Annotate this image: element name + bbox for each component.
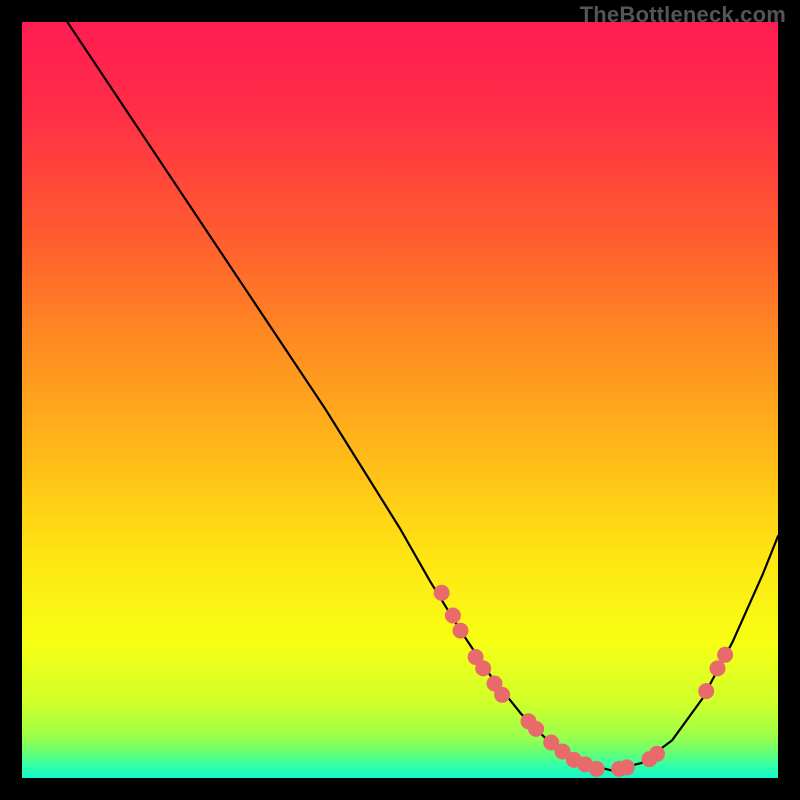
highlight-marker [619,759,635,775]
highlight-marker [698,683,714,699]
highlight-marker [710,660,726,676]
highlight-marker [717,647,733,663]
curve-line [67,22,778,770]
highlight-marker [649,746,665,762]
plot-area [22,22,778,778]
chart-svg [22,22,778,778]
highlight-marker [434,585,450,601]
highlight-marker [589,761,605,777]
highlight-marker [494,687,510,703]
highlight-marker [528,721,544,737]
highlight-marker [453,623,469,639]
highlight-marker [475,660,491,676]
chart-frame [22,22,778,778]
highlight-marker [445,608,461,624]
